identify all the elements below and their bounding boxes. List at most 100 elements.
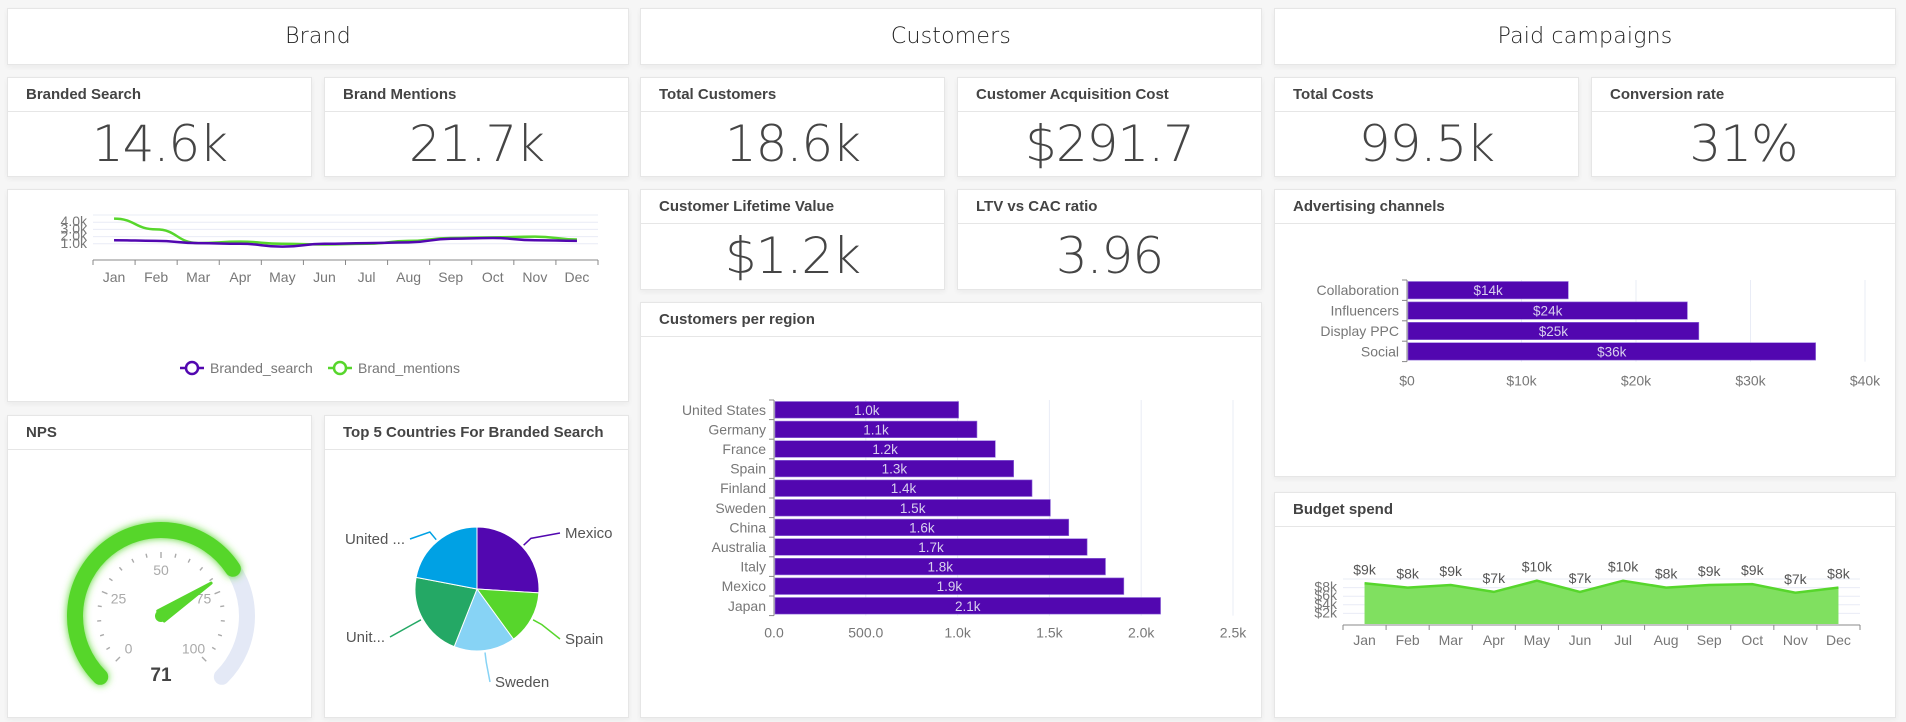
budget-area-chart: $2k$4k$6k$8kJan Feb Mar Apr May Jun Jul Aug Sep O… — [1314, 559, 1861, 648]
gauge-tick-label: 0 — [125, 641, 133, 657]
kpi-label: Customer Lifetime Value — [641, 190, 944, 224]
adv-title: Advertising channels — [1275, 190, 1895, 224]
x-tick-label: Apr — [1483, 632, 1505, 648]
gauge-needle-hub — [155, 610, 167, 622]
y-tick-label: Germany — [708, 421, 766, 437]
area-data-label: $7k — [1569, 570, 1593, 586]
region-card: Customers per region 0.0 500.0 1.0k 1.5k 2.0… — [640, 302, 1262, 718]
y-tick-label: Display PPC — [1320, 323, 1399, 339]
pie-slice-Mexico — [476, 526, 540, 594]
area-data-label: $10k — [1522, 559, 1553, 575]
x-tick-label: Jan — [1353, 632, 1376, 648]
y-tick-label: Social — [1361, 343, 1399, 359]
gauge-tick — [217, 633, 223, 637]
pie-leader-line — [523, 532, 561, 546]
bar-data-label: 1.9k — [937, 579, 963, 594]
x-tick-label: $0 — [1399, 373, 1415, 389]
section-brand: Brand — [7, 8, 629, 65]
x-tick-label: 0.0 — [764, 625, 784, 641]
kpi-label: Branded Search — [8, 78, 311, 112]
budget-card: Budget spend $2k $4k $6k $8k Jan Feb Mar Apr May… — [1274, 492, 1896, 718]
legend-marker-icon — [184, 360, 200, 376]
x-tick-label: Feb — [1396, 632, 1420, 648]
gauge-tick — [99, 633, 105, 637]
y-tick-label: 4.0k — [61, 213, 88, 229]
y-tick-label: Finland — [720, 480, 766, 496]
bar-data-label: 1.0k — [854, 403, 880, 418]
top5-card: Top 5 Countries For Branded Search Mexic… — [324, 415, 629, 718]
kpi-value: 99.5k — [1358, 115, 1495, 173]
kpi-label: LTV vs CAC ratio — [958, 190, 1261, 224]
x-tick-label: Aug — [396, 269, 421, 285]
kpi-label: Customer Acquisition Cost — [958, 78, 1261, 112]
top5-pie-chart: Mexico Spain Sweden Unit... United ... — [345, 525, 613, 691]
gauge-tick — [101, 590, 108, 595]
area-data-label: $9k — [1698, 563, 1722, 579]
pie-label: Mexico — [565, 525, 613, 542]
area-data-label: $10k — [1608, 559, 1639, 575]
section-brand-title: Brand — [285, 24, 351, 49]
kpi-ltv-cac: LTV vs CAC ratio 3.96 — [957, 189, 1262, 290]
bar-data-label: 1.7k — [918, 540, 944, 555]
kpi-cac: Customer Acquisition Cost $291.7 — [957, 77, 1262, 177]
pie-leader-line — [409, 531, 437, 541]
region-title: Customers per region — [641, 303, 1261, 337]
bar-data-label: 1.4k — [891, 481, 917, 496]
gauge-value-label: 71 — [150, 665, 172, 686]
kpi-value: 31% — [1689, 115, 1798, 173]
brand-trend-chart: 1.0k2.0k3.0k4.0kJan Feb Mar Apr May Jun Jul Aug… — [61, 213, 599, 376]
x-tick-label: Jul — [358, 269, 376, 285]
nps-card: NPS 0 25 50 75 100 71 — [7, 415, 312, 718]
section-customers: Customers — [640, 8, 1262, 65]
section-paid: Paid campaigns — [1274, 8, 1896, 65]
gauge-tick — [201, 656, 207, 662]
x-tick-label: $40k — [1850, 373, 1881, 389]
x-tick-label: Sep — [1697, 632, 1722, 648]
x-tick-label: Nov — [1783, 632, 1808, 648]
y-tick-label: Sweden — [715, 500, 766, 516]
x-tick-label: Mar — [1439, 632, 1463, 648]
area-data-label: $9k — [1353, 561, 1377, 577]
kpi-conversion-rate: Conversion rate 31% — [1591, 77, 1896, 177]
section-customers-title: Customers — [890, 24, 1012, 49]
kpi-clv: Customer Lifetime Value $1.2k — [640, 189, 945, 290]
pie-leader-line — [389, 619, 422, 638]
area-data-label: $8k — [1827, 566, 1851, 582]
kpi-label: Conversion rate — [1592, 78, 1895, 112]
gauge-tick — [220, 605, 225, 608]
gauge-tick — [97, 605, 102, 608]
nps-title: NPS — [8, 416, 311, 450]
kpi-label: Total Costs — [1275, 78, 1578, 112]
x-tick-label: Oct — [1741, 632, 1763, 648]
gauge-tick — [131, 558, 135, 563]
kpi-value: $1.2k — [724, 227, 861, 285]
x-tick-label: 1.0k — [944, 625, 971, 641]
x-tick-label: Apr — [229, 269, 251, 285]
x-tick-label: May — [269, 269, 295, 285]
gauge-tick — [187, 558, 191, 563]
adv-card: Advertising channels $0 $10k $20k $30k $40k C… — [1274, 189, 1896, 477]
area-data-label: $7k — [1784, 571, 1808, 587]
gauge-tick — [199, 566, 204, 571]
adv-bar-chart: $0 $10k $20k $30k $40k Collaboration $14k Influ… — [1317, 279, 1881, 389]
gauge-tick — [106, 646, 111, 651]
kpi-value: 3.96 — [1055, 227, 1164, 285]
y-tick-label: Italy — [740, 559, 766, 575]
legend-marker-icon — [332, 360, 348, 376]
gauge-tick — [118, 566, 123, 571]
pie-label: Sweden — [495, 674, 549, 691]
x-tick-label: May — [1524, 632, 1550, 648]
kpi-label: Total Customers — [641, 78, 944, 112]
nps-gauge: 025507510071 — [67, 522, 255, 686]
gauge-tick — [209, 577, 214, 582]
gauge-tick — [211, 646, 216, 651]
area-data-label: $9k — [1439, 563, 1463, 579]
gauge-tick-label: 25 — [111, 590, 127, 606]
y-tick-label: Japan — [728, 598, 766, 614]
x-tick-label: Oct — [482, 269, 504, 285]
gauge-tick — [145, 553, 148, 558]
area-data-label: $7k — [1483, 570, 1507, 586]
x-tick-label: $30k — [1735, 373, 1766, 389]
kpi-value: 14.6k — [91, 115, 228, 173]
bar-data-label: 1.6k — [909, 520, 935, 535]
